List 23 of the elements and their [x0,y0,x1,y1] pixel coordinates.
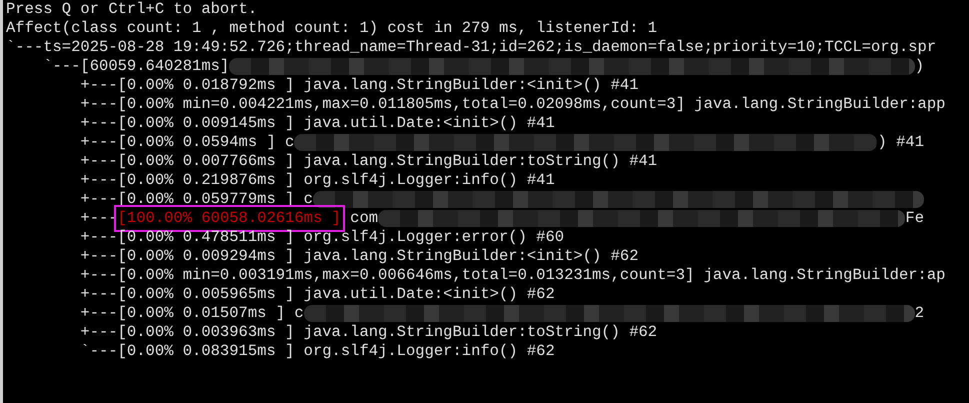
console-text: +---[0.00% min=0.003191ms,max=0.006646ms,total=0.013231ms,count=3] java.lang.StringBuilder:ap [79,266,946,285]
console-text: +---[0.00% 0.0594ms ] c [79,133,294,152]
console-text: ) #41 [877,133,924,152]
console-text: +---[0.00% 0.01507ms ] c [79,304,304,323]
console-text: +---[0.00% 0.003963ms ] java.lang.StringBuilder:toString() #62 [79,323,658,342]
console-text: +---[0.00% 0.219876ms ] org.slf4j.Logger:info() #41 [79,171,555,190]
console-text: 2 [914,304,924,323]
console-text: +---[0.00% 0.009294ms ] java.lang.StringBuilder:<init>() #62 [79,247,639,266]
console-text: +---[0.00% 0.009145ms ] java.util.Date:<init>() #41 [79,114,555,133]
console-text: Fe [905,209,924,228]
console-text: +---[0.00% 0.005965ms ] java.util.Date:<init>() #62 [79,285,555,304]
console-text: +---[0.00% min=0.004221ms,max=0.011805ms,total=0.02098ms,count=3] java.lang.StringBuilder:app [79,95,946,114]
console-text: `---ts=2025-08-28 19:49:52.726;thread_name=Thread-31;id=262;is_daemon=false;priority=10;TCCL=org.spr [6,38,936,57]
console-text: +---[0.00% 0.478511ms ] org.slf4j.Logger:error() #60 [79,228,564,247]
console-text: Press Q or Ctrl+C to abort. [6,0,258,19]
console-text: +---[0.00% 0.018792ms ] java.lang.StringBuilder:<init>() #41 [79,76,639,95]
console-text: ) [914,57,924,76]
console-text: +--- [79,209,118,228]
console-text: `---[60059.640281ms] [42,57,230,76]
console-text: com [349,209,378,228]
console-text: +---[0.00% 0.007766ms ] java.lang.StringBuilder:toString() #41 [79,152,658,171]
console-text: `---[0.00% 0.083915ms ] org.slf4j.Logger:info() #62 [79,342,555,361]
console-text: Affect(class count: 1 , method count: 1) cost in 279 ms, listenerId: 1 [6,19,658,38]
